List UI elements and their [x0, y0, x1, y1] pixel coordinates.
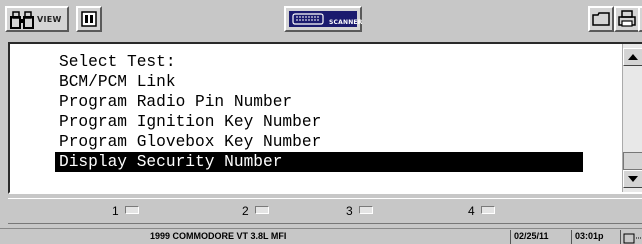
status-date: 02/25/11: [510, 230, 549, 244]
function-key-1-label: 1: [112, 204, 119, 218]
scrollbar[interactable]: [622, 44, 642, 192]
menu-title: Select Test:: [59, 53, 176, 71]
menu-item-program-ignition-key[interactable]: Program Ignition Key Number: [55, 112, 583, 132]
arrow-up-icon: [628, 54, 638, 60]
view-button[interactable]: VIEW: [5, 6, 69, 32]
keyboard-icon: [292, 13, 324, 25]
pause-button[interactable]: [76, 6, 102, 32]
function-key-3-indicator: [358, 206, 373, 214]
scanner-badge: SCANNER: [289, 11, 362, 27]
scroll-up-button[interactable]: [623, 48, 642, 66]
test-selection-panel: Select Test: BCM/PCM Link Program Radio …: [8, 42, 642, 194]
printer-icon: [618, 10, 636, 27]
function-key-4[interactable]: 4: [468, 204, 495, 218]
status-time: 03:01p: [571, 230, 604, 244]
function-key-1[interactable]: 1: [112, 204, 139, 218]
function-key-4-indicator: [480, 206, 495, 214]
function-key-3-label: 3: [346, 204, 353, 218]
pause-icon: [81, 11, 97, 27]
menu-item-display-security-number[interactable]: Display Security Number: [55, 152, 583, 172]
function-key-1-indicator: [124, 206, 139, 214]
scanner-button[interactable]: SCANNER: [284, 6, 362, 32]
status-bar: 1999 COMMODORE VT 3.8L MFI 02/25/11 03:0…: [0, 228, 642, 244]
scanner-label: SCANNER: [329, 19, 363, 26]
function-key-bar: 1 2 3 4: [8, 198, 642, 224]
function-key-2-label: 2: [242, 204, 249, 218]
binoculars-icon: [10, 11, 34, 29]
menu-item-bcm-pcm-link[interactable]: BCM/PCM Link: [55, 72, 583, 92]
view-label: VIEW: [37, 15, 62, 24]
folder-button[interactable]: [588, 6, 614, 32]
connection-icon: [620, 230, 642, 244]
function-key-2[interactable]: 2: [242, 204, 269, 218]
function-key-4-label: 4: [468, 204, 475, 218]
arrow-down-icon: [628, 176, 638, 182]
function-key-3[interactable]: 3: [346, 204, 373, 218]
overflow-button[interactable]: [638, 6, 642, 32]
menu-list: Select Test: BCM/PCM Link Program Radio …: [55, 52, 583, 172]
vehicle-info: 1999 COMMODORE VT 3.8L MFI: [150, 231, 287, 241]
function-key-2-indicator: [254, 206, 269, 214]
scroll-thumb[interactable]: [623, 152, 642, 170]
toolbar: VIEW SCANNER: [0, 0, 642, 38]
folder-icon: [592, 12, 610, 26]
menu-item-program-radio-pin[interactable]: Program Radio Pin Number: [55, 92, 583, 112]
print-button[interactable]: [614, 6, 640, 32]
menu-item-program-glovebox-key[interactable]: Program Glovebox Key Number: [55, 132, 583, 152]
scroll-down-button[interactable]: [623, 170, 642, 188]
